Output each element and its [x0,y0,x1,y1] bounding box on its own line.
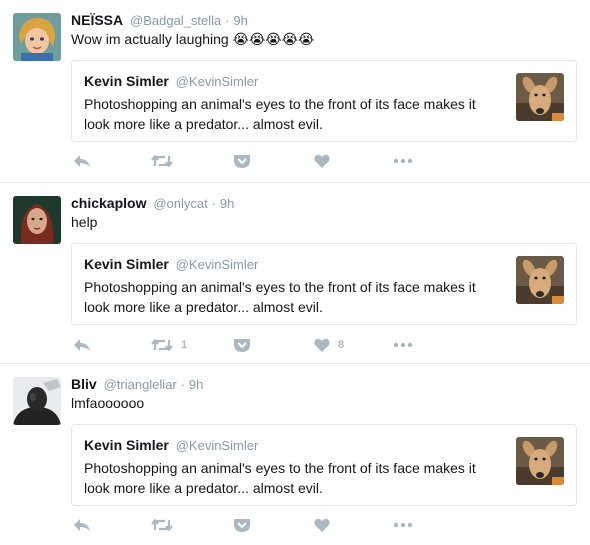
heart-icon [314,518,330,533]
retweet-button[interactable]: 1 [151,335,187,355]
avatar[interactable] [13,196,61,244]
like-button[interactable] [314,515,338,535]
pocket-button[interactable] [233,335,251,355]
quoted-media-thumbnail[interactable] [516,73,564,121]
tweet[interactable]: Bliv @triangleliar · 9h lmfaoooooo Kevin… [0,364,590,545]
timestamp[interactable]: 9h [220,196,234,211]
pocket-button[interactable] [233,515,251,535]
more-button[interactable] [393,515,413,535]
reply-button[interactable] [73,151,91,171]
quoted-display-name: Kevin Simler [84,256,169,272]
reply-icon [73,517,91,533]
reply-button[interactable] [73,335,91,355]
display-name[interactable]: chickaplow [71,195,146,211]
like-button[interactable]: 8 [314,335,344,355]
more-button[interactable] [393,335,413,355]
username[interactable]: @Badgal_stella [130,13,221,28]
quoted-tweet[interactable]: Kevin Simler @KevinSimler Photoshopping … [71,60,577,142]
username[interactable]: @triangleliar [104,377,177,392]
pocket-button[interactable] [233,151,251,171]
tweet-header: chickaplow @onlycat · 9h [71,195,234,211]
pocket-icon [233,517,251,533]
quoted-display-name: Kevin Simler [84,73,169,89]
timestamp[interactable]: 9h [233,13,247,28]
separator: · [180,377,185,392]
tweet-header: Bliv @triangleliar · 9h [71,376,203,392]
tweet[interactable]: chickaplow @onlycat · 9h help Kevin Siml… [0,183,590,364]
retweet-count: 1 [181,339,188,351]
tweet-text: lmfaoooooo [71,395,145,411]
quoted-username: @KevinSimler [175,257,259,272]
retweet-icon [151,153,173,169]
avatar[interactable] [13,377,61,425]
more-icon [393,342,413,348]
tweet-actions: 1 8 [71,335,491,355]
more-button[interactable] [393,151,413,171]
like-count: 8 [338,339,345,351]
retweet-icon [151,337,173,353]
display-name[interactable]: NEÏSSA [71,12,123,28]
tweet-text: Wow im actually laughing 😭😭😭😭😭 [71,31,315,47]
quoted-tweet[interactable]: Kevin Simler @KevinSimler Photoshopping … [71,243,577,325]
display-name[interactable]: Bliv [71,376,97,392]
reply-button[interactable] [73,515,91,535]
timestamp[interactable]: 9h [189,377,203,392]
tweet-actions [71,151,491,171]
retweet-button[interactable] [151,151,181,171]
tweet[interactable]: NEÏSSA @Badgal_stella · 9h Wow im actual… [0,0,590,183]
tweet-actions [71,515,491,535]
heart-icon [314,154,330,169]
quoted-tweet-text: Photoshopping an animal's eyes to the fr… [84,96,476,132]
heart-icon [314,338,330,353]
quoted-username: @KevinSimler [175,74,259,89]
reply-icon [73,337,91,353]
quoted-media-thumbnail[interactable] [516,437,564,485]
like-button[interactable] [314,151,338,171]
reply-icon [73,153,91,169]
more-icon [393,522,413,528]
avatar[interactable] [13,13,61,61]
quoted-display-name: Kevin Simler [84,437,169,453]
quoted-media-thumbnail[interactable] [516,256,564,304]
quoted-tweet-header: Kevin Simler @KevinSimler [84,73,258,89]
more-icon [393,158,413,164]
retweet-icon [151,517,173,533]
separator: · [225,13,230,28]
username[interactable]: @onlycat [153,196,207,211]
quoted-tweet[interactable]: Kevin Simler @KevinSimler Photoshopping … [71,424,577,506]
tweet-header: NEÏSSA @Badgal_stella · 9h [71,12,248,28]
quoted-tweet-header: Kevin Simler @KevinSimler [84,256,258,272]
quoted-tweet-text: Photoshopping an animal's eyes to the fr… [84,279,476,315]
quoted-tweet-text: Photoshopping an animal's eyes to the fr… [84,460,476,496]
pocket-icon [233,337,251,353]
quoted-tweet-header: Kevin Simler @KevinSimler [84,437,258,453]
separator: · [211,196,216,211]
pocket-icon [233,153,251,169]
retweet-button[interactable] [151,515,181,535]
tweet-text: help [71,214,98,230]
quoted-username: @KevinSimler [175,438,259,453]
